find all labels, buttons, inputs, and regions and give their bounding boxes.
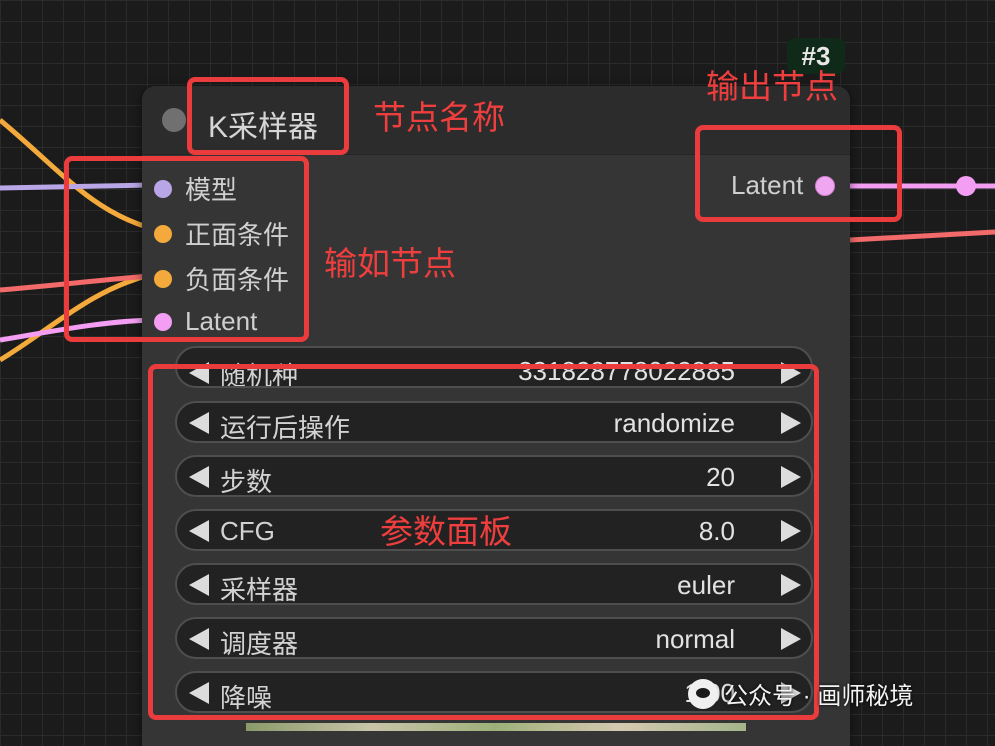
annotation-box-node-name — [187, 77, 349, 155]
image-preview-strip — [246, 723, 746, 731]
annotation-label-output: 输出节点 — [706, 68, 838, 105]
wechat-icon — [688, 678, 718, 709]
annotation-label-node-name: 节点名称 — [373, 99, 505, 136]
collapse-toggle-icon[interactable] — [162, 108, 186, 132]
reroute-dot[interactable] — [956, 176, 976, 196]
annotation-label-input: 输如节点 — [324, 245, 456, 282]
annotation-box-output — [695, 125, 902, 222]
annotation-label-params: 参数面板 — [380, 513, 512, 550]
annotation-box-inputs — [64, 156, 309, 342]
wire-vae-right — [849, 229, 995, 243]
watermark-text: 公众号 · 画师秘境 — [724, 683, 914, 710]
watermark: 公众号 · 画师秘境 — [688, 676, 913, 711]
